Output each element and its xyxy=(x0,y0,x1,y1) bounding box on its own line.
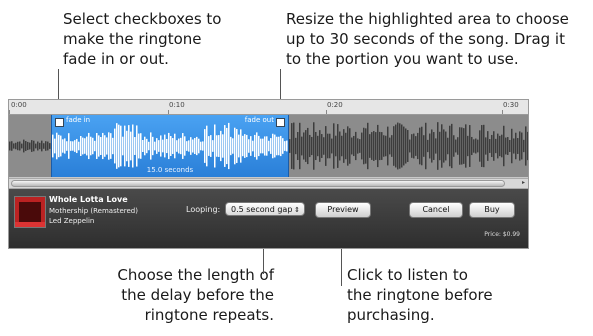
ruler-tick-label: 0:30 xyxy=(503,101,519,109)
horizontal-scrollbar[interactable]: ▸ xyxy=(9,178,528,189)
callout-fade-checkboxes: Select checkboxes to make the ringtone f… xyxy=(63,10,222,68)
ringtone-editor: 0:00 0:10 0:20 0:30 fade in fade out 15.… xyxy=(8,99,529,249)
looping-select-value: 0.5 second gap xyxy=(231,205,293,214)
selection-duration: 15.0 seconds xyxy=(146,166,194,174)
cancel-button[interactable]: Cancel xyxy=(409,202,463,218)
ruler-tick-label: 0:20 xyxy=(327,101,343,109)
album-name: Mothership (Remastered) xyxy=(49,207,138,215)
looping-label: Looping: xyxy=(186,205,221,214)
looping-select[interactable]: 0.5 second gap ⇕ xyxy=(225,202,305,216)
time-ruler: 0:00 0:10 0:20 0:30 xyxy=(9,100,528,115)
triangle-right-icon[interactable]: ▸ xyxy=(522,179,525,186)
fade-in-checkbox[interactable] xyxy=(55,118,64,127)
price-label: Price: $0.99 xyxy=(484,231,520,238)
album-artwork xyxy=(14,196,46,228)
ruler-tick-label: 0:00 xyxy=(11,101,27,109)
artist-name: Led Zeppelin xyxy=(49,217,95,225)
ringtone-controls: Whole Lotta Love Mothership (Remastered)… xyxy=(9,189,528,248)
updown-arrows-icon: ⇕ xyxy=(294,206,300,214)
callout-looping-delay: Choose the length of the delay before th… xyxy=(117,266,274,324)
fade-in-label: fade in xyxy=(66,116,91,124)
waveform-area[interactable]: fade in fade out 15.0 seconds xyxy=(9,115,528,177)
scrollbar-thumb[interactable] xyxy=(11,180,505,187)
ruler-tick-label: 0:10 xyxy=(169,101,185,109)
fade-out-label: fade out xyxy=(244,116,274,124)
buy-button[interactable]: Buy xyxy=(469,202,515,218)
callout-preview: Click to listen to the ringtone before p… xyxy=(347,266,493,324)
fade-out-checkbox[interactable] xyxy=(276,118,285,127)
selection-highlight[interactable]: fade in fade out 15.0 seconds xyxy=(51,115,289,177)
preview-button[interactable]: Preview xyxy=(315,202,371,218)
callout-resize-area: Resize the highlighted area to choose up… xyxy=(286,10,569,68)
song-title: Whole Lotta Love xyxy=(49,195,128,204)
